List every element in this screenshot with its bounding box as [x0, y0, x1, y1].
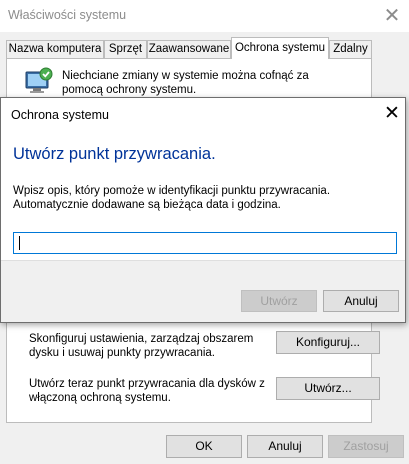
dialog-cancel-button[interactable]: Anuluj — [323, 290, 399, 312]
text-cursor — [19, 236, 20, 250]
create-restore-point-dialog: Ochrona systemu ✕ Utwórz punkt przywraca… — [0, 97, 406, 323]
dialog-content: Utwórz punkt przywracania. Wpisz opis, k… — [1, 130, 405, 260]
create-restore-point-button[interactable]: Utwórz... — [276, 377, 380, 400]
dialog-title-bar: Ochrona systemu ✕ — [1, 98, 405, 130]
dialog-close-icon[interactable]: ✕ — [381, 103, 403, 125]
dialog-title: Ochrona systemu — [11, 108, 109, 122]
configure-button[interactable]: Konfiguruj... — [276, 331, 380, 354]
title-bar: Właściwości systemu ✕ — [0, 0, 409, 32]
create-description: Utwórz teraz punkt przywracania dla dysk… — [29, 378, 265, 404]
system-protection-icon — [25, 67, 53, 93]
tab-system-protection[interactable]: Ochrona systemu — [231, 37, 329, 59]
tab-remote[interactable]: Zdalny — [329, 40, 372, 58]
dialog-create-button[interactable]: Utwórz — [241, 290, 317, 312]
dialog-description: Wpisz opis, który pomoże w identyfikacji… — [13, 185, 331, 211]
tab-hardware[interactable]: Sprzęt — [104, 40, 147, 58]
dialog-heading: Utwórz punkt przywracania. — [13, 145, 216, 163]
ok-button[interactable]: OK — [166, 435, 242, 458]
window-title: Właściwości systemu — [8, 8, 127, 22]
close-icon[interactable]: ✕ — [380, 4, 404, 28]
configure-description: Skonfiguruj ustawienia, zarządzaj obszar… — [29, 333, 254, 359]
tab-advanced[interactable]: Zaawansowane — [147, 40, 231, 58]
cancel-button[interactable]: Anuluj — [247, 435, 323, 458]
intro-text: Niechciane zmiany w systemie można cofną… — [62, 70, 309, 96]
apply-button[interactable]: Zastosuj — [328, 435, 404, 458]
tab-computer-name[interactable]: Nazwa komputera — [6, 40, 104, 58]
restore-point-description-input[interactable] — [13, 232, 397, 254]
dialog-separator — [1, 260, 405, 261]
